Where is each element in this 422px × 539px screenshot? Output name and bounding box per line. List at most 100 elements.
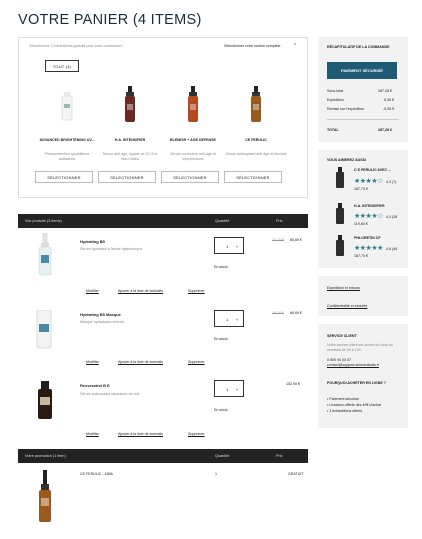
shipping-discount-value: -5,95 € <box>383 107 395 111</box>
star-rating-icon: ★★★★★ <box>354 245 383 252</box>
secure-checkout-button[interactable]: PAIEMENT SÉCURISÉ <box>327 62 397 79</box>
service-email-link[interactable]: contact@support-skinceuticals.fr <box>327 363 379 368</box>
sample-name: BLEMISH + AGE DEFENSE <box>170 138 216 142</box>
recommended-product-name[interactable]: C E FERULIC AVEC ... <box>354 168 391 173</box>
discounted-price: 66,69 € <box>290 311 302 315</box>
sample-name: CE FERULIC <box>245 138 267 142</box>
add-to-wishlist-link[interactable]: Ajouter à la liste de souhaits <box>118 289 163 294</box>
samples-intro: Sélectionnez 3 échantillons gratuits pou… <box>29 44 124 48</box>
star-rating-icon: ★★★★☆ <box>354 178 383 185</box>
sample-description: Sérum anti-âge, liquide de 30 % le tissu… <box>102 152 158 161</box>
cart-item-name[interactable]: Hydrating B5 Masque <box>80 312 121 317</box>
total-value: 287,28 € <box>378 128 392 132</box>
promo-price: GRATUIT <box>288 472 304 476</box>
service-phone[interactable]: 0 800 94 00 57 <box>327 358 351 363</box>
quantity-column-header: Quantité <box>215 219 230 223</box>
select-sample-button[interactable]: SÉLECTIONNER <box>224 171 282 183</box>
cart-item-description: Sérum hydratant à l'acide hyaluronique <box>80 247 143 251</box>
promo-quantity: 1 <box>215 472 217 476</box>
cart-product-image[interactable] <box>35 381 55 421</box>
promo-item-name: CE FERULIC - 15ML <box>80 472 114 476</box>
cart-item-description: Masque hydratation intense <box>80 320 125 324</box>
summary-divider <box>327 119 399 120</box>
cart-item-name[interactable]: Resveratrol B E <box>80 383 110 388</box>
cart-item-description: Sérum antioxydant réparateur de nuit <box>80 392 140 396</box>
cart-item-row: Resveratrol B E Sérum antioxydant répara… <box>18 377 308 443</box>
shipping-value: 5,95 € <box>384 98 394 102</box>
products-column-header: Vos produits (3 items) <box>25 219 62 223</box>
reason-text: Livraison offerte dès 49€ d'achat <box>329 403 382 407</box>
recommended-product-image[interactable] <box>335 167 345 189</box>
recommended-product-price: 119,80 € <box>354 222 368 226</box>
recommended-product-name[interactable]: H.A. INTENSIFIER <box>354 204 385 209</box>
sample-product-image <box>188 86 198 122</box>
select-sample-button[interactable]: SÉLECTIONNER <box>98 171 156 183</box>
shipping-discount-label: Remise sur l'expédition <box>327 107 365 111</box>
modify-link[interactable]: Modifier <box>86 360 99 365</box>
rating-count: 4.3 (7) <box>386 180 397 184</box>
add-to-wishlist-link[interactable]: Ajouter à la liste de souhaits <box>118 432 163 437</box>
service-title: SERVICE CLIENT <box>327 334 357 338</box>
recommendations-title: VOUS AIMEREZ AUSSI <box>327 158 367 162</box>
recommended-product-price: 187,70 € <box>354 254 368 258</box>
category-filter-select[interactable]: TOUT (4) <box>45 60 79 72</box>
item-price: 152,90 € <box>286 382 300 386</box>
sample-description: Sérum correcteur anti-âge et imperfectio… <box>170 152 216 161</box>
stock-status: En stock <box>214 337 228 341</box>
chevron-down-icon: ˅ <box>236 317 239 322</box>
remove-link[interactable]: Supprimer <box>188 432 205 437</box>
service-hours: Notre service client est ouvert du lundi… <box>327 343 393 352</box>
original-price: 74,10 € <box>272 238 284 242</box>
modify-link[interactable]: Modifier <box>86 289 99 294</box>
quantity-selector[interactable]: 1 ˅ <box>214 310 244 327</box>
cart-product-image[interactable] <box>37 233 53 277</box>
sample-name: H.A. INTENSIFIER <box>114 138 146 142</box>
discounted-price: 66,69 € <box>290 238 302 242</box>
chevron-down-icon: ˅ <box>236 387 239 392</box>
remove-link[interactable]: Supprimer <box>188 289 205 294</box>
recommended-product-image[interactable] <box>335 235 345 257</box>
add-to-wishlist-link[interactable]: Ajouter à la liste de souhaits <box>118 360 163 365</box>
select-sample-button[interactable]: SÉLECTIONNER <box>161 171 219 183</box>
shipping-returns-link[interactable]: Expédition et retours <box>327 286 360 291</box>
promotion-item-row: CE FERULIC - 15ML 1 GRATUIT <box>18 468 308 528</box>
price-column-header: Prix <box>276 454 283 458</box>
shipping-label: Expédition <box>327 98 344 102</box>
select-sample-button[interactable]: SÉLECTIONNER <box>35 171 93 183</box>
subtotal-label: Sous-total <box>327 89 344 93</box>
quantity-selector[interactable]: 1 ˅ <box>214 380 244 397</box>
modify-link[interactable]: Modifier <box>86 432 99 437</box>
stock-status: En stock <box>214 408 228 412</box>
routine-link[interactable]: Sélectionner votre routine complète <box>224 44 281 49</box>
remove-link[interactable]: Supprimer <box>188 360 205 365</box>
promo-product-image <box>39 470 51 522</box>
recommendations-panel: VOUS AIMEREZ AUSSI C E FERULIC AVEC ... … <box>318 150 408 268</box>
total-label: TOTAL <box>327 128 339 132</box>
stock-status: En stock <box>214 265 228 269</box>
privacy-security-link[interactable]: Confidentialité et sécurité <box>327 304 367 309</box>
recommended-product-image[interactable] <box>335 203 345 225</box>
quantity-selector[interactable]: 1 ˅ <box>214 237 244 254</box>
cart-product-image[interactable] <box>35 310 55 350</box>
summary-title: RÉCAPITULATIF DE LA COMMANDE <box>327 45 390 49</box>
cart-item-row: Hydrating B5 Masque Masque hydratation i… <box>18 306 308 374</box>
original-price: 74,10 € <box>272 311 284 315</box>
star-rating-icon: ★★★★☆ <box>354 213 383 220</box>
chevron-up-icon[interactable]: ⌃ <box>293 43 297 49</box>
recommended-product-name[interactable]: PHLORETIN CF <box>354 236 381 241</box>
sample-product-image <box>251 86 261 122</box>
why-buy-title: POURQUOI ACHETER EN LIGNE ? <box>327 381 386 385</box>
price-column-header: Prix <box>276 219 283 223</box>
sample-name: ADVANCED BRIGHTENING UV... <box>39 138 95 142</box>
filter-label: TOUT (4) <box>52 63 72 69</box>
reason-text: Paiement sécurisé <box>329 397 359 401</box>
cart-item-name[interactable]: Hydrating B5 <box>80 239 105 244</box>
recommended-product-price: 187,70 € <box>354 187 368 191</box>
reason-item: • 3 échantillons offerts <box>327 409 363 413</box>
rating-count: 4.8 (46 <box>386 247 398 251</box>
info-links-panel: Expédition et retours Confidentialité et… <box>318 276 408 316</box>
customer-service-panel: SERVICE CLIENT Notre service client est … <box>318 324 408 428</box>
reason-text: 3 échantillons offerts <box>329 409 363 413</box>
promotion-table-header: Votre promotion (1 item) Quantité Prix <box>18 449 308 463</box>
free-samples-panel: Sélectionnez 3 échantillons gratuits pou… <box>18 37 308 198</box>
